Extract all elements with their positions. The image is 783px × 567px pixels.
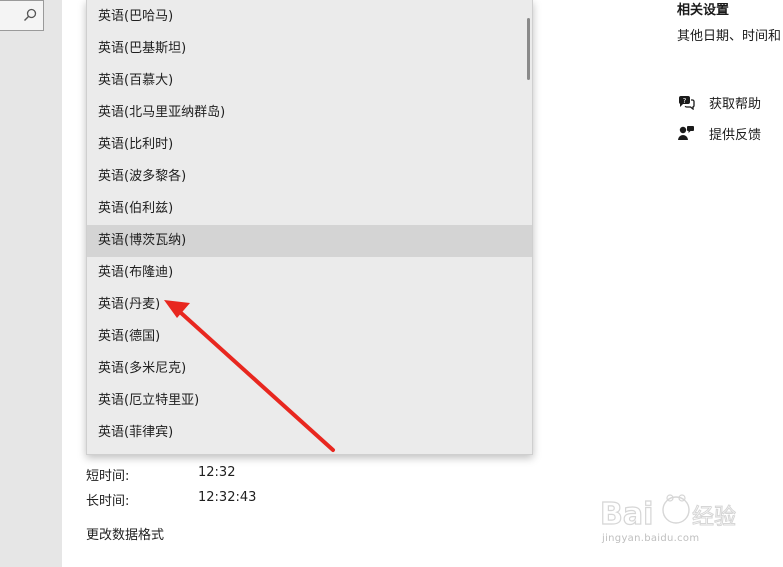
- short-time-label: 短时间:: [86, 469, 130, 484]
- change-data-formats-link[interactable]: 更改数据格式: [86, 524, 164, 543]
- dropdown-option[interactable]: 英语(巴哈马): [87, 1, 532, 33]
- give-feedback-label: 提供反馈: [709, 128, 762, 143]
- dropdown-scrollbar-thumb[interactable]: [527, 18, 530, 80]
- dropdown-option[interactable]: 英语(德国): [87, 321, 532, 353]
- svg-text:Bai: Bai: [600, 497, 653, 532]
- dropdown-option[interactable]: 英语(比利时): [87, 129, 532, 161]
- dropdown-option[interactable]: 英语(百慕大): [87, 65, 532, 97]
- long-time-label: 长时间:: [86, 494, 130, 509]
- search-box[interactable]: [0, 0, 44, 31]
- short-time-value: 12:32: [198, 465, 236, 480]
- dropdown-option[interactable]: 英语(多米尼克): [87, 353, 532, 385]
- svg-text:?: ?: [683, 97, 687, 105]
- svg-text:经验: 经验: [692, 505, 736, 530]
- help-chat-icon: ?: [678, 96, 695, 110]
- left-nav-pane: [0, 0, 62, 567]
- dropdown-option[interactable]: 英语(布隆迪): [87, 257, 532, 289]
- related-settings-heading: 相关设置: [677, 3, 730, 18]
- long-time-value: 12:32:43: [198, 490, 257, 505]
- additional-date-time-link[interactable]: 其他日期、时间和: [677, 25, 781, 44]
- dropdown-option[interactable]: 英语(北马里亚纳群岛): [87, 97, 532, 129]
- get-help-label: 获取帮助: [709, 97, 762, 112]
- dropdown-option[interactable]: 英语(菲律宾): [87, 417, 532, 449]
- dropdown-option[interactable]: 英语(巴基斯坦): [87, 33, 532, 65]
- dropdown-option-selected[interactable]: 英语(博茨瓦纳): [87, 225, 532, 257]
- watermark-url: jingyan.baidu.com: [602, 533, 700, 544]
- dropdown-option[interactable]: 英语(丹麦): [87, 289, 532, 321]
- dropdown-option[interactable]: 英语(波多黎各): [87, 161, 532, 193]
- search-icon[interactable]: [23, 8, 37, 22]
- region-format-dropdown-list[interactable]: 英语(巴哈马) 英语(巴基斯坦) 英语(百慕大) 英语(北马里亚纳群岛) 英语(…: [86, 0, 533, 455]
- dropdown-option[interactable]: 英语(厄立特里亚): [87, 385, 532, 417]
- feedback-person-icon: [678, 126, 694, 140]
- dropdown-option[interactable]: 英语(伯利兹): [87, 193, 532, 225]
